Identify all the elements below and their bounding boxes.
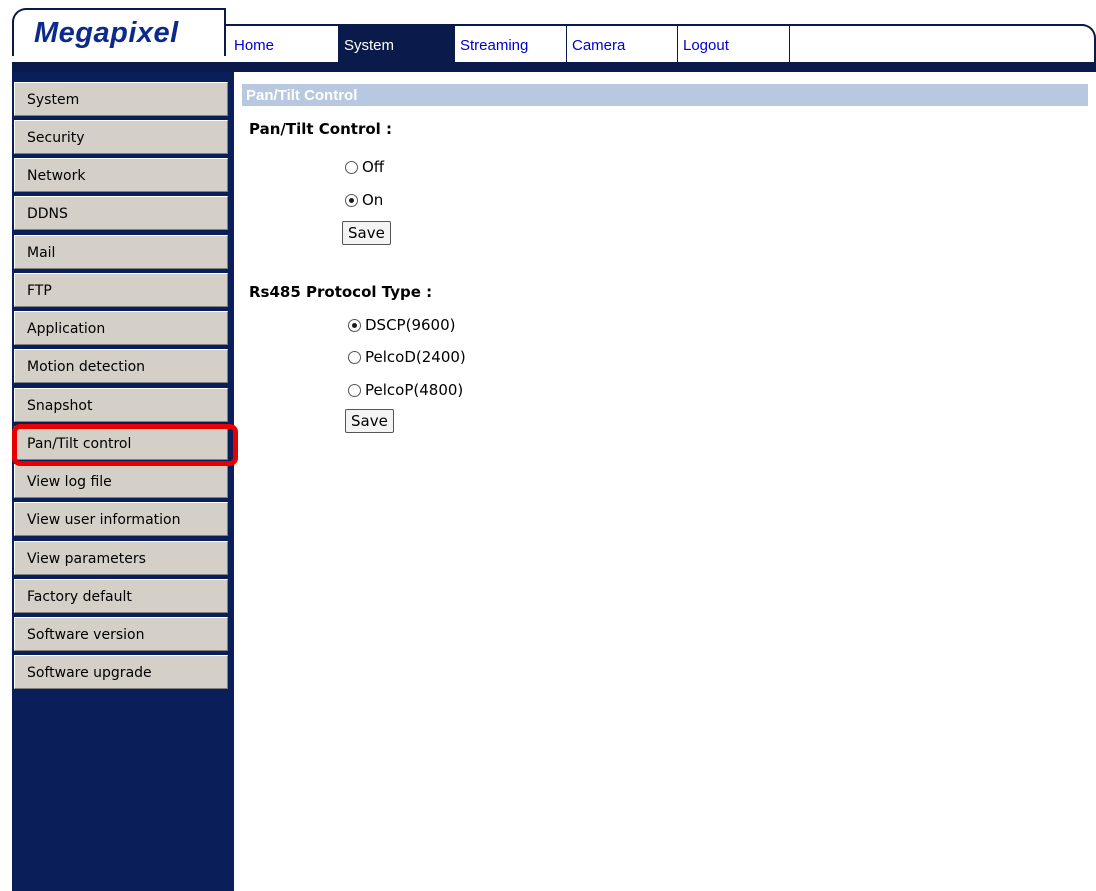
tab-logout[interactable]: Logout	[678, 26, 790, 62]
sidebar-item-ddns[interactable]: DDNS	[14, 196, 228, 230]
sidebar-item-factory-default[interactable]: Factory default	[14, 579, 228, 613]
logo: Megapixel	[34, 17, 179, 49]
radio-on[interactable]	[345, 193, 358, 207]
radio-dscp-row[interactable]: DSCP(9600)	[348, 316, 455, 334]
tab-home[interactable]: Home	[229, 26, 339, 62]
sidebar-item-software-upgrade[interactable]: Software upgrade	[14, 655, 228, 689]
pan-tilt-label: Pan/Tilt Control :	[249, 120, 393, 138]
radio-on-label: On	[362, 191, 384, 209]
sidebar-item-mail[interactable]: Mail	[14, 235, 228, 269]
radio-pelcop-row[interactable]: PelcoP(4800)	[348, 381, 463, 399]
sidebar-item-view-log-file[interactable]: View log file	[14, 464, 228, 498]
header-band	[12, 62, 1096, 72]
radio-on-row[interactable]: On	[345, 191, 383, 209]
pan-tilt-save-button[interactable]: Save	[342, 221, 391, 245]
sidebar: System Security Network DDNS Mail FTP Ap…	[12, 72, 234, 891]
sidebar-item-application[interactable]: Application	[14, 311, 228, 345]
rs485-label: Rs485 Protocol Type :	[249, 283, 433, 301]
section-header: Pan/Tilt Control	[242, 84, 1088, 106]
tab-camera[interactable]: Camera	[567, 26, 678, 62]
sidebar-item-view-user-information[interactable]: View user information	[14, 502, 228, 536]
radio-pelcop-label: PelcoP(4800)	[365, 381, 464, 399]
radio-pelcod[interactable]	[348, 350, 361, 364]
rs485-save-button[interactable]: Save	[345, 409, 394, 433]
section-title: Pan/Tilt Control	[246, 87, 358, 104]
sidebar-item-view-parameters[interactable]: View parameters	[14, 541, 228, 575]
top-nav: Home System Streaming Camera Logout	[229, 26, 790, 62]
highlight-annotation	[12, 424, 238, 466]
tab-streaming[interactable]: Streaming	[455, 26, 567, 62]
sidebar-item-motion-detection[interactable]: Motion detection	[14, 349, 228, 383]
radio-dscp[interactable]	[348, 318, 361, 332]
radio-off[interactable]	[345, 160, 358, 174]
radio-pelcop[interactable]	[348, 383, 361, 397]
sidebar-item-network[interactable]: Network	[14, 158, 228, 192]
sidebar-item-ftp[interactable]: FTP	[14, 273, 228, 307]
sidebar-item-software-version[interactable]: Software version	[14, 617, 228, 651]
radio-off-label: Off	[362, 158, 385, 176]
radio-off-row[interactable]: Off	[345, 158, 384, 176]
tab-system[interactable]: System	[339, 26, 455, 62]
radio-dscp-label: DSCP(9600)	[365, 316, 456, 334]
sidebar-item-system[interactable]: System	[14, 82, 228, 116]
radio-pelcod-row[interactable]: PelcoD(2400)	[348, 348, 466, 366]
header: Megapixel Home System Streaming Camera L…	[0, 0, 1096, 72]
sidebar-item-security[interactable]: Security	[14, 120, 228, 154]
radio-pelcod-label: PelcoD(2400)	[365, 348, 466, 366]
header-right-curve	[1060, 24, 1096, 64]
sidebar-item-snapshot[interactable]: Snapshot	[14, 388, 228, 422]
